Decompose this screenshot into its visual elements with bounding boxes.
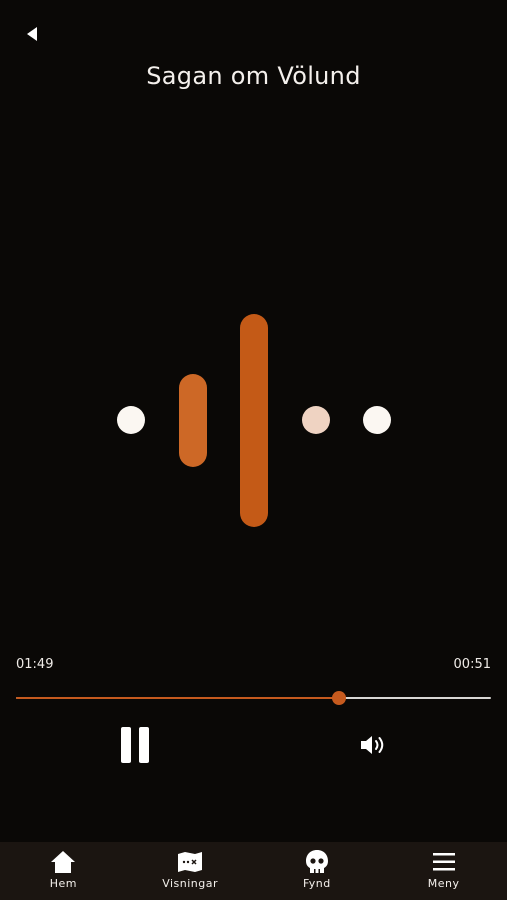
page-title: Sagan om Völund [146, 62, 361, 90]
progress-fill [16, 697, 339, 699]
audio-visualizer [117, 314, 391, 527]
tab-label: Visningar [162, 877, 219, 890]
remaining-time: 00:51 [453, 657, 491, 672]
visualizer-dot-3 [363, 406, 391, 434]
pause-icon [121, 727, 149, 763]
visualizer-dot-1 [117, 406, 145, 434]
progress-slider[interactable] [16, 690, 491, 706]
tab-label: Fynd [302, 877, 331, 890]
tab-fynd[interactable]: Fynd [254, 842, 381, 900]
volume-button[interactable] [356, 731, 390, 759]
pause-button[interactable] [116, 724, 154, 766]
skull-icon [303, 849, 331, 875]
visualizer-dot-2 [302, 406, 330, 434]
volume-icon [361, 736, 384, 754]
elapsed-time: 01:49 [16, 657, 54, 672]
visualizer-bar-1 [179, 374, 207, 467]
tab-hem[interactable]: Hem [0, 842, 127, 900]
tab-label: Hem [49, 877, 77, 890]
tab-visningar[interactable]: Visningar [127, 842, 254, 900]
tab-meny[interactable]: Meny [380, 842, 507, 900]
back-arrow-icon [27, 27, 37, 41]
bottom-tab-bar: Hem Visningar Fynd Meny [0, 842, 507, 900]
back-button[interactable] [20, 22, 44, 46]
tab-label: Meny [427, 877, 460, 890]
map-icon [176, 849, 204, 875]
visualizer-bar-2 [240, 314, 268, 527]
menu-icon [430, 849, 458, 875]
home-icon [49, 849, 77, 875]
progress-thumb[interactable] [332, 691, 346, 705]
